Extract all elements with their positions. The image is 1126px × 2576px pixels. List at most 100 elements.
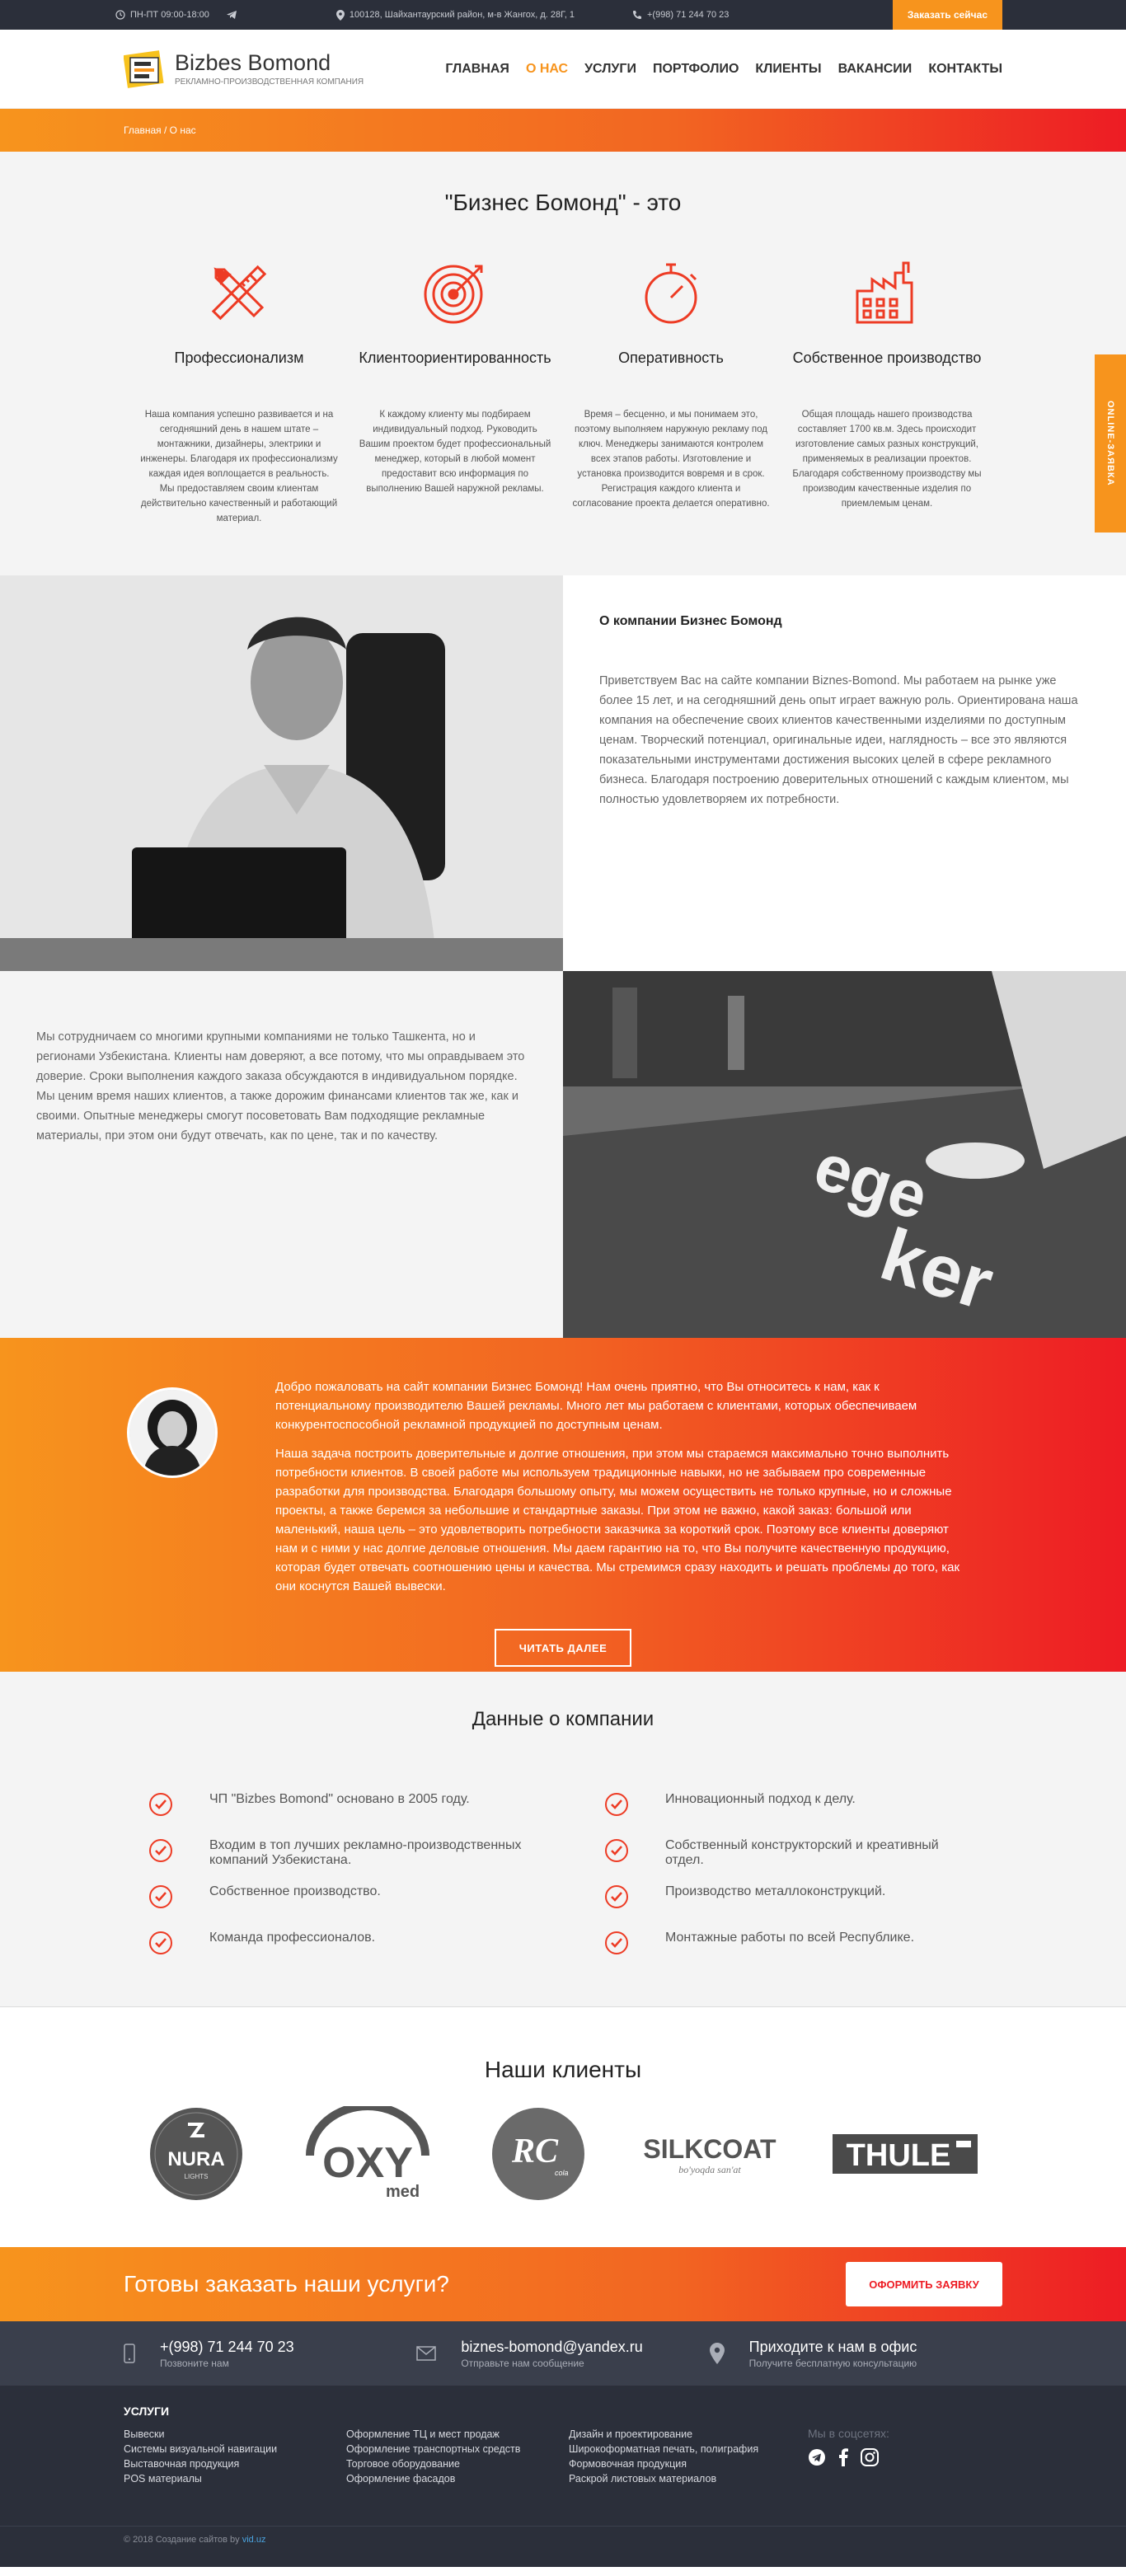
footer-link[interactable]: Оформление фасадов (346, 2471, 569, 2486)
thule-text: THULE (847, 2138, 951, 2173)
clock-icon (115, 10, 125, 20)
footer-link[interactable]: Торговое оборудование (346, 2456, 569, 2471)
feature-title: Оперативность (618, 350, 724, 366)
list-item: Входим в топ лучших рекламно-производств… (148, 1838, 522, 1873)
footer-services-title: УСЛУГИ (124, 2405, 170, 2418)
footer-link[interactable]: Раскрой листовых материалов (569, 2471, 791, 2486)
feature-client-focus: Клиентоориентированность К каждому клиен… (356, 256, 554, 526)
about-text-block: О компании Бизнес Бомонд Приветствуем Ва… (563, 575, 1126, 971)
top-phone[interactable]: +(998) 71 244 70 23 (632, 10, 729, 20)
footer-col-3: Дизайн и проектирование Широкоформатная … (569, 2404, 791, 2486)
company-data-title: Данные о компании (472, 1708, 654, 1730)
intro-section: ONLINE-ЗАЯВКА "Бизнес Бомонд" - это Проф… (0, 152, 1126, 575)
contact-office[interactable]: Приходите к нам в офис Получите бесплатну… (709, 2339, 1002, 2369)
welcome-paragraph-1: Добро пожаловать на сайт компании Бизнес… (275, 1380, 917, 1432)
footer-link[interactable]: Широкоформатная печать, полиграфия (569, 2442, 791, 2456)
footer-link[interactable]: Вывески (124, 2427, 346, 2442)
footer-col-2: Оформление ТЦ и мест продаж Оформление т… (346, 2404, 569, 2486)
logo[interactable]: Bizbes Bomond РЕКЛАМНО-ПРОИЗВОДСТВЕННАЯ … (123, 48, 364, 91)
nav-home[interactable]: ГЛАВНАЯ (445, 62, 509, 77)
company-data-list: ЧП "Bizbes Bomond" основано в 2005 году.… (124, 1792, 1002, 1965)
feature-title: Профессионализм (174, 350, 304, 366)
list-item: Собственный конструкторский и креативный… (604, 1838, 978, 1873)
breadcrumb-band: Главная / О нас (0, 109, 1126, 152)
list-item-text: Собственный конструкторский и креативный… (665, 1838, 939, 1867)
footer-link[interactable]: POS материалы (124, 2471, 346, 2486)
breadcrumb[interactable]: Главная / О нас (124, 124, 196, 136)
read-more-button[interactable]: ЧИТАТЬ ДАЛЕЕ (495, 1629, 631, 1667)
address: 100128, Шайхантаурский район, м-в Жангох… (335, 9, 575, 21)
features-list: Профессионализм Наша компания успешно ра… (124, 256, 1002, 526)
instagram-icon[interactable] (861, 2448, 879, 2469)
footer: УСЛУГИ Вывески Системы визуальной навига… (0, 2386, 1126, 2526)
list-item-text: Входим в топ лучших рекламно-производств… (209, 1838, 522, 1867)
list-item-text: Инновационный подход к делу. (665, 1792, 856, 1806)
client-logos: NURA LIGHTS OXY med RC cola SILKCOAT bo'… (124, 2102, 1002, 2206)
nav-contacts[interactable]: КОНТАКТЫ (928, 62, 1002, 77)
social-label: Мы в соцсетях: (808, 2427, 889, 2440)
order-now-button[interactable]: Заказать сейчас (892, 0, 1002, 30)
copyright-bar: © 2018 Создание сайтов by vid.uz (0, 2526, 1126, 2567)
footer-link[interactable]: Оформление транспортных средств (346, 2442, 569, 2456)
footer-col-1: УСЛУГИ Вывески Системы визуальной навига… (124, 2404, 346, 2486)
client-logo-thule[interactable]: THULE (833, 2131, 978, 2181)
online-request-tab[interactable]: ONLINE-ЗАЯВКА (1095, 354, 1126, 533)
client-logo-nura[interactable]: NURA LIGHTS (148, 2106, 244, 2206)
silkcoat-tagline: bo'yoqda san'at (678, 2164, 741, 2175)
footer-link[interactable]: Системы визуальной навигации (124, 2442, 346, 2456)
contact-sub: Отправьте нам сообщение (461, 2357, 584, 2369)
check-circle-icon (148, 1792, 173, 1817)
list-item-text: Производство металлоконструкций. (665, 1884, 886, 1898)
developer-link[interactable]: vid.uz (242, 2535, 266, 2545)
about-title: О компании Бизнес Бомонд (599, 614, 782, 628)
cta-section: Готовы заказать наши услуги? ОФОРМИТЬ ЗА… (0, 2247, 1126, 2321)
nav-clients[interactable]: КЛИЕНТЫ (755, 62, 821, 77)
facebook-icon[interactable] (837, 2448, 849, 2469)
contact-sub: Получите бесплатную консультацию (748, 2357, 917, 2369)
feature-title: Клиентоориентированность (359, 350, 551, 366)
clients-title: Наши клиенты (484, 2057, 642, 2082)
contacts-strip: +(998) 71 244 70 23 Позвоните нам biznes-… (0, 2321, 1126, 2386)
clients-section: Наши клиенты NURA LIGHTS OXY med RC cola… (0, 2007, 1126, 2247)
nav-about[interactable]: О НАС (526, 62, 568, 77)
contact-main: +(998) 71 244 70 23 (160, 2338, 294, 2355)
footer-link[interactable]: Выставочная продукция (124, 2456, 346, 2471)
list-item-text: Монтажные работы по всей Республике. (665, 1931, 915, 1945)
about-section-2: Мы сотрудничаем со многими крупными комп… (0, 971, 1126, 1338)
check-circle-icon (148, 1931, 173, 1955)
contact-email[interactable]: biznes-bomond@yandex.ru Отправьте нам соо… (416, 2339, 709, 2369)
telegram-icon[interactable] (808, 2448, 826, 2469)
welcome-text: Добро пожаловать на сайт компании Бизнес… (275, 1377, 973, 1606)
about-text: Приветствуем Вас на сайте компании Bizne… (599, 674, 1078, 806)
welcome-paragraph-2: Наша задача построить доверительные и до… (275, 1447, 960, 1593)
list-item-text: ЧП "Bizbes Bomond" основано в 2005 году. (209, 1792, 470, 1806)
mail-icon (416, 2346, 437, 2361)
nav-portfolio[interactable]: ПОРТФОЛИО (653, 62, 739, 77)
location-pin-icon (335, 9, 345, 21)
logo-tagline: РЕКЛАМНО-ПРОИЗВОДСТВЕННАЯ КОМПАНИЯ (175, 77, 364, 87)
oxy-text: OXY (322, 2139, 413, 2187)
footer-link[interactable]: Оформление ТЦ и мест продаж (346, 2427, 569, 2442)
client-logo-oxymed[interactable]: OXY med (293, 2102, 442, 2206)
contact-sub: Позвоните нам (160, 2357, 229, 2369)
check-circle-icon (148, 1838, 173, 1863)
main-nav: ГЛАВНАЯ О НАС УСЛУГИ ПОРТФОЛИО КЛИЕНТЫ В… (445, 62, 1002, 77)
nav-services[interactable]: УСЛУГИ (584, 62, 636, 77)
contact-phone[interactable]: +(998) 71 244 70 23 Позвоните нам (124, 2339, 416, 2369)
submit-request-button[interactable]: ОФОРМИТЬ ЗАЯВКУ (846, 2262, 1002, 2306)
telegram-icon[interactable] (226, 10, 237, 20)
nav-vacancies[interactable]: ВАКАНСИИ (838, 62, 913, 77)
work-hours-text: ПН-ПТ 09:00-18:00 (130, 10, 209, 20)
check-circle-icon (604, 1792, 629, 1817)
client-logo-silkcoat[interactable]: SILKCOAT bo'yoqda san'at (636, 2125, 784, 2187)
feature-text: Наша компания успешно развивается и на с… (140, 410, 338, 523)
client-logo-rccola[interactable]: RC cola (490, 2106, 586, 2206)
logo-mark-icon (123, 48, 167, 91)
check-circle-icon (604, 1884, 629, 1909)
manager-photo (0, 575, 563, 971)
footer-link[interactable]: Дизайн и проектирование (569, 2427, 791, 2442)
about-text-2: Мы сотрудничаем со многими крупными комп… (36, 1030, 525, 1143)
feature-text: К каждому клиенту мы подбираем индивидуа… (359, 410, 551, 494)
about-text-block-2: Мы сотрудничаем со многими крупными комп… (0, 971, 563, 1338)
footer-link[interactable]: Формовочная продукция (569, 2456, 791, 2471)
